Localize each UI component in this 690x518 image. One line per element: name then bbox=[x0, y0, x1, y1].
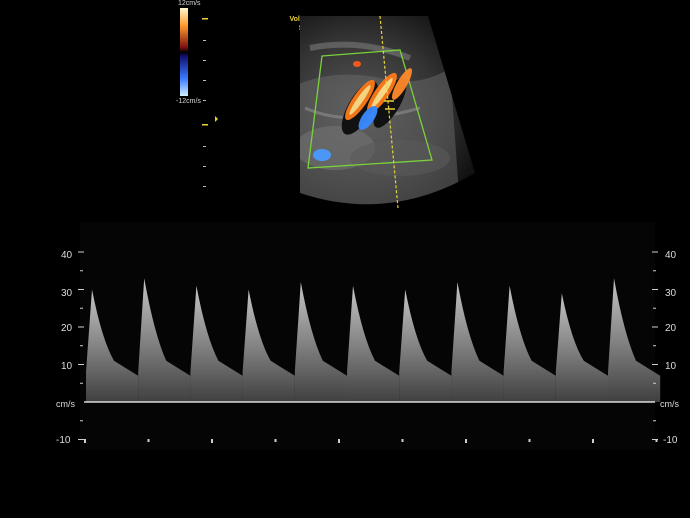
y-tick-left-10: 10 bbox=[61, 361, 73, 372]
time-mark bbox=[147, 439, 150, 442]
y-tick-right-10: 10 bbox=[665, 361, 677, 372]
spectral-doppler-display bbox=[78, 222, 661, 450]
color-scale-bar bbox=[180, 8, 188, 96]
time-mark bbox=[528, 439, 531, 442]
time-mark bbox=[211, 439, 213, 443]
time-mark bbox=[274, 439, 277, 442]
time-mark bbox=[84, 439, 86, 443]
y-tick-right-30: 30 bbox=[665, 288, 677, 299]
time-mark bbox=[592, 439, 594, 443]
depth-ruler bbox=[202, 18, 218, 187]
y-tick-right-minus10: -10 bbox=[663, 435, 678, 446]
time-mark bbox=[338, 439, 340, 443]
y-tick-right-20: 20 bbox=[665, 323, 677, 334]
color-velocity-scale bbox=[180, 8, 188, 96]
unit-label-left: cm/s bbox=[56, 399, 75, 409]
y-tick-left-20: 20 bbox=[61, 323, 73, 334]
focus-marker-icon bbox=[215, 116, 218, 122]
y-tick-right-40: 40 bbox=[665, 250, 677, 261]
y-tick-left-minus10: -10 bbox=[56, 435, 71, 446]
unit-label-right: cm/s bbox=[660, 399, 679, 409]
ultrasound-sector-image bbox=[300, 15, 475, 208]
color-scale-top-label: 12cm/s bbox=[178, 0, 201, 7]
time-mark bbox=[465, 439, 467, 443]
time-mark bbox=[401, 439, 404, 442]
y-tick-left-40: 40 bbox=[61, 250, 73, 261]
y-tick-left-30: 30 bbox=[61, 288, 73, 299]
